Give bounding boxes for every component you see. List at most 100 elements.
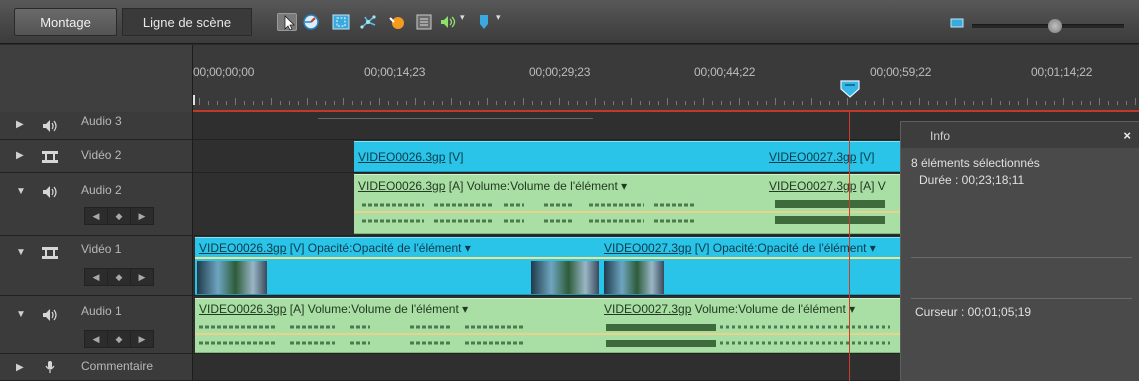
ruler-tick bbox=[946, 101, 947, 105]
timecode-label: 00;00;00;00 bbox=[193, 65, 255, 79]
expand-arrow-icon[interactable]: ▶ bbox=[16, 362, 24, 373]
marker-dropdown[interactable]: ▾ bbox=[496, 12, 501, 23]
track-header-audio-2[interactable]: ▼ Audio 2 ◀ ◆ ▶ bbox=[0, 173, 193, 236]
ruler-tick bbox=[982, 101, 983, 105]
ruler-tick bbox=[226, 101, 227, 105]
previous-keyframe-button[interactable]: ◀ bbox=[85, 269, 108, 285]
clip-thumbnail bbox=[197, 261, 267, 294]
ruler-tick bbox=[541, 101, 542, 105]
clip-thumbnail bbox=[604, 261, 664, 294]
collapse-arrow-icon[interactable]: ▼ bbox=[16, 186, 26, 197]
previous-keyframe-button[interactable]: ◀ bbox=[85, 331, 108, 347]
smart-mix-icon[interactable] bbox=[386, 13, 406, 31]
ruler-tick bbox=[802, 101, 803, 105]
collapse-arrow-icon[interactable]: ▼ bbox=[16, 309, 26, 320]
clip-video0027-a1[interactable]: VIDEO0027.3gp Volume:Volume de l'élément… bbox=[600, 298, 900, 353]
smart-fix-icon[interactable] bbox=[331, 13, 351, 31]
timecode-label: 00;00;29;23 bbox=[529, 65, 591, 79]
ruler-tick bbox=[343, 98, 344, 105]
ruler-tick bbox=[415, 98, 416, 105]
track-header-audio-1[interactable]: ▼ Audio 1 ◀ ◆ ▶ bbox=[0, 296, 193, 354]
film-icon bbox=[41, 246, 59, 260]
ruler-tick bbox=[316, 101, 317, 105]
marker-icon[interactable] bbox=[474, 13, 494, 31]
selection-tool-icon[interactable] bbox=[277, 13, 297, 31]
clip-video0026-a2[interactable]: VIDEO0026.3gp [A] Volume:Volume de l'élé… bbox=[354, 174, 765, 234]
ruler-tick bbox=[631, 98, 632, 105]
ruler-tick bbox=[244, 101, 245, 105]
ruler-tick bbox=[856, 101, 857, 105]
audio-meter-icon[interactable] bbox=[438, 13, 458, 31]
collapse-arrow-icon[interactable]: ▼ bbox=[16, 247, 26, 258]
opacity-line[interactable] bbox=[195, 257, 600, 259]
audio-meter-dropdown[interactable]: ▾ bbox=[460, 12, 465, 23]
timecode-label: 00;00;14;23 bbox=[364, 65, 426, 79]
audio-waveform bbox=[199, 325, 525, 345]
expand-arrow-icon[interactable]: ▶ bbox=[16, 150, 24, 161]
ruler-tick bbox=[1000, 101, 1001, 105]
audio-waveform bbox=[362, 203, 694, 223]
zoom-slider[interactable] bbox=[972, 19, 1124, 33]
track-name: Commentaire bbox=[81, 359, 154, 373]
next-keyframe-button[interactable]: ▶ bbox=[131, 208, 153, 224]
clip-thumbnail bbox=[531, 261, 599, 294]
clip-video0026-v1[interactable]: VIDEO0026.3gp [V] Opacité:Opacité de l'é… bbox=[195, 237, 600, 295]
zoom-out-icon[interactable] bbox=[947, 14, 967, 32]
next-keyframe-button[interactable]: ▶ bbox=[131, 331, 153, 347]
add-keyframe-button[interactable]: ◆ bbox=[108, 208, 131, 224]
track-header-audio-3[interactable]: ▶ Audio 3 bbox=[0, 112, 193, 140]
time-stretch-icon[interactable] bbox=[301, 13, 321, 31]
clip-video0027-v1[interactable]: VIDEO0027.3gp [V] Opacité:Opacité de l'é… bbox=[600, 237, 900, 295]
clip-name: VIDEO0027.3gp bbox=[769, 150, 857, 164]
clip-video0026-a1[interactable]: VIDEO0026.3gp [A] Volume:Volume de l'élé… bbox=[195, 298, 600, 353]
ruler-header-spacer bbox=[0, 45, 193, 112]
expand-arrow-icon[interactable]: ▶ bbox=[16, 119, 24, 130]
ruler-tick bbox=[640, 101, 641, 105]
clip-info: Volume:Volume de l'élément ▾ bbox=[691, 302, 856, 316]
tab-montage[interactable]: Montage bbox=[14, 8, 117, 36]
ruler-tick bbox=[298, 101, 299, 105]
speaker-icon bbox=[41, 185, 59, 199]
clip-video0026-v2[interactable]: VIDEO0026.3gp [V] bbox=[354, 141, 765, 172]
ruler-tick bbox=[622, 101, 623, 105]
track-header-video-1[interactable]: ▼ Vidéo 1 ◀ ◆ ▶ bbox=[0, 236, 193, 296]
ruler-tick bbox=[370, 101, 371, 105]
add-keyframe-button[interactable]: ◆ bbox=[108, 269, 131, 285]
time-ruler[interactable]: 00;00;00;00 00;00;14;23 00;00;29;23 00;0… bbox=[193, 45, 1139, 112]
ruler-tick bbox=[478, 101, 479, 105]
clip-info: [V] bbox=[445, 150, 464, 164]
timecode-label: 00;00;44;22 bbox=[694, 65, 756, 79]
ruler-tick bbox=[424, 101, 425, 105]
ruler-tick bbox=[352, 101, 353, 105]
previous-keyframe-button[interactable]: ◀ bbox=[85, 208, 108, 224]
ruler-tick bbox=[613, 101, 614, 105]
motion-track-icon[interactable] bbox=[359, 13, 379, 31]
ruler-tick bbox=[361, 101, 362, 105]
info-title-bar[interactable]: Info × bbox=[901, 122, 1139, 148]
divider bbox=[911, 257, 1132, 258]
tab-ligne-de-scene[interactable]: Ligne de scène bbox=[122, 8, 252, 36]
playhead-handle[interactable] bbox=[839, 79, 861, 99]
ruler-tick bbox=[325, 101, 326, 105]
film-icon bbox=[41, 150, 59, 164]
ruler-tick bbox=[766, 101, 767, 105]
ruler-tick bbox=[388, 101, 389, 105]
markers-icon[interactable] bbox=[414, 13, 434, 31]
close-icon[interactable]: × bbox=[1123, 128, 1131, 143]
track-header-video-2[interactable]: ▶ Vidéo 2 bbox=[0, 140, 193, 173]
ruler-tick bbox=[550, 101, 551, 105]
selection-duration: Durée : 00;23;18;11 bbox=[919, 173, 1025, 187]
clip-info: [A] V bbox=[856, 179, 886, 193]
opacity-line[interactable] bbox=[600, 257, 900, 259]
zoom-slider-knob[interactable] bbox=[1047, 19, 1062, 33]
ruler-tick bbox=[838, 101, 839, 105]
track-header-commentaire[interactable]: ▶ Commentaire bbox=[0, 354, 193, 381]
track-name: Audio 1 bbox=[81, 304, 122, 318]
add-keyframe-button[interactable]: ◆ bbox=[108, 331, 131, 347]
ruler-tick bbox=[784, 101, 785, 105]
ruler-tick bbox=[496, 101, 497, 105]
next-keyframe-button[interactable]: ▶ bbox=[131, 269, 153, 285]
ruler-tick bbox=[694, 101, 695, 105]
ruler-tick bbox=[1126, 101, 1127, 105]
info-panel: Info × 8 éléments sélectionnés Durée : 0… bbox=[900, 121, 1139, 381]
